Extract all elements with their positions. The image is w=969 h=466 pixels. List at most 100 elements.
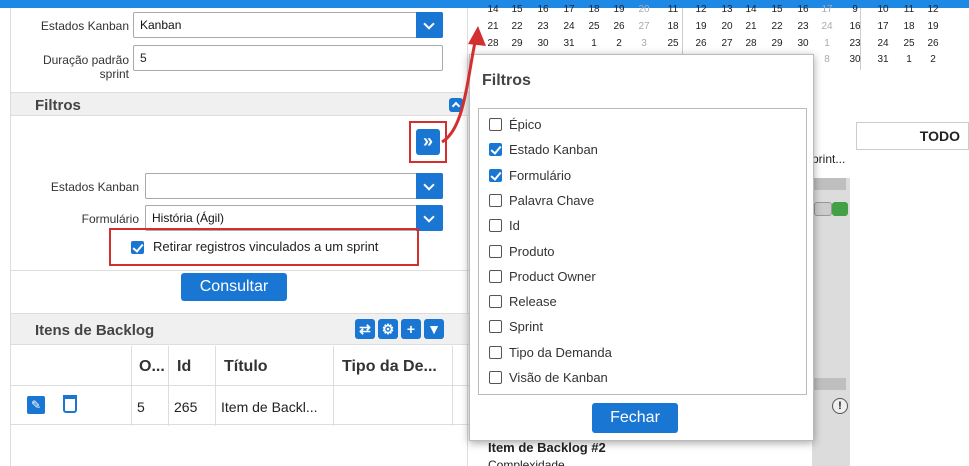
chevron-down-icon[interactable] xyxy=(416,205,443,231)
calendar-day[interactable]: 16 xyxy=(792,4,814,15)
calendar-day[interactable]: 1 xyxy=(816,38,838,49)
retirar-checkbox[interactable] xyxy=(131,241,144,254)
formulario-value: História (Ágil) xyxy=(152,211,225,225)
calendar-day[interactable]: 26 xyxy=(608,21,630,32)
calendar-day[interactable]: 31 xyxy=(872,54,894,65)
calendar-day[interactable]: 9 xyxy=(844,4,866,15)
col-titulo[interactable]: Título xyxy=(224,358,268,376)
calendar-day[interactable]: 31 xyxy=(558,38,580,49)
calendar-day[interactable]: 27 xyxy=(633,21,655,32)
table-row[interactable]: ✎ 5 265 Item de Backl... xyxy=(11,387,469,425)
col-ordem[interactable]: O... xyxy=(139,358,165,376)
calendar-day[interactable]: 20 xyxy=(716,21,738,32)
backlog-grid-header: O... Id Título Tipo da De... xyxy=(11,346,469,386)
calendar-day[interactable]: 16 xyxy=(532,4,554,15)
calendar-day[interactable]: 2 xyxy=(922,54,944,65)
calendar-day[interactable]: 11 xyxy=(662,4,684,15)
calendar-day[interactable]: 26 xyxy=(690,38,712,49)
calendar-day[interactable]: 17 xyxy=(558,4,580,15)
calendar-day[interactable]: 26 xyxy=(922,38,944,49)
calendar-day[interactable]: 18 xyxy=(662,21,684,32)
calendar-day[interactable]: 13 xyxy=(716,4,738,15)
calendar-day[interactable]: 23 xyxy=(792,21,814,32)
filter-checkbox[interactable] xyxy=(489,193,502,207)
calendar-day[interactable]: 10 xyxy=(872,4,894,15)
calendar-day[interactable]: 11 xyxy=(898,4,920,15)
calendar-day[interactable]: 23 xyxy=(532,21,554,32)
calendar-day[interactable]: 19 xyxy=(690,21,712,32)
calendar-day[interactable]: 30 xyxy=(844,54,866,65)
filter-option-label: Estado Kanban xyxy=(509,142,598,158)
calendar-day[interactable]: 19 xyxy=(608,4,630,15)
calendar-day[interactable]: 1 xyxy=(898,54,920,65)
calendar-day[interactable]: 17 xyxy=(872,21,894,32)
calendar-day[interactable]: 29 xyxy=(766,38,788,49)
filtros-estados-kanban-select[interactable] xyxy=(145,173,443,199)
left-panel: Estados Kanban Kanban Duração padrão spr… xyxy=(10,8,469,466)
calendar-day[interactable]: 30 xyxy=(532,38,554,49)
calendar-day[interactable]: 24 xyxy=(816,21,838,32)
calendar-day[interactable]: 30 xyxy=(792,38,814,49)
calendar-day[interactable]: 18 xyxy=(583,4,605,15)
filter-checkbox[interactable] xyxy=(489,269,502,283)
filter-checkbox[interactable] xyxy=(489,371,502,384)
filter-checkbox[interactable] xyxy=(489,345,502,359)
card-green-icon[interactable] xyxy=(832,202,848,216)
calendar-day[interactable]: 3 xyxy=(633,38,655,49)
calendar-day[interactable]: 21 xyxy=(740,21,762,32)
duracao-input[interactable]: 5 xyxy=(133,45,443,71)
chevron-down-icon[interactable] xyxy=(416,173,443,199)
retirar-checkbox-row[interactable]: Retirar registros vinculados a um sprint xyxy=(109,228,419,266)
kanban-board: TODO print... ! xyxy=(812,120,969,466)
calendar-day[interactable]: 24 xyxy=(558,21,580,32)
estados-kanban-select[interactable]: Kanban xyxy=(133,12,443,38)
filter-checkbox[interactable] xyxy=(489,219,502,233)
consultar-button[interactable]: Consultar xyxy=(181,273,287,301)
calendar-day[interactable]: 15 xyxy=(766,4,788,15)
col-tipo[interactable]: Tipo da De... xyxy=(342,358,437,376)
calendar-day[interactable]: 22 xyxy=(506,21,528,32)
pin-icon[interactable]: ▼ xyxy=(424,319,444,339)
lane-header xyxy=(814,378,846,390)
filter-option-label: Épico xyxy=(509,117,542,132)
calendar-day[interactable]: 14 xyxy=(740,4,762,15)
refresh-icon[interactable]: ⇄ xyxy=(355,319,375,339)
plus-icon[interactable]: + xyxy=(401,319,421,339)
card-tags-icon[interactable] xyxy=(814,202,832,216)
calendar-day[interactable]: 23 xyxy=(844,38,866,49)
calendar-day[interactable]: 15 xyxy=(506,4,528,15)
fechar-button[interactable]: Fechar xyxy=(592,403,678,433)
calendar-day[interactable]: 29 xyxy=(506,38,528,49)
calendar-day[interactable]: 17 xyxy=(816,4,838,15)
calendar-day[interactable]: 19 xyxy=(922,21,944,32)
calendar-day[interactable]: 12 xyxy=(690,4,712,15)
calendar-day[interactable]: 1 xyxy=(583,38,605,49)
alert-icon[interactable]: ! xyxy=(832,398,848,414)
calendar-day[interactable]: 25 xyxy=(662,38,684,49)
filter-checkbox[interactable] xyxy=(489,320,502,334)
filter-checkbox[interactable] xyxy=(489,295,502,309)
calendar-day[interactable]: 22 xyxy=(766,21,788,32)
calendar-day[interactable]: 8 xyxy=(816,54,838,65)
calendar-day[interactable]: 25 xyxy=(583,21,605,32)
calendar-day[interactable]: 20 xyxy=(633,4,655,15)
calendar-day[interactable]: 12 xyxy=(922,4,944,15)
calendar-day[interactable]: 25 xyxy=(898,38,920,49)
col-id[interactable]: Id xyxy=(177,358,191,376)
gear-icon[interactable]: ⚙ xyxy=(378,319,398,339)
cell-ordem: 5 xyxy=(137,399,145,415)
edit-icon[interactable]: ✎ xyxy=(27,396,45,414)
filter-option-label: Tipo da Demanda xyxy=(509,344,612,360)
trash-icon[interactable] xyxy=(63,395,77,413)
calendar-day[interactable]: 24 xyxy=(872,38,894,49)
formulario-label: Formulário xyxy=(81,212,139,226)
calendar-day[interactable]: 27 xyxy=(716,38,738,49)
calendar-day[interactable]: 16 xyxy=(844,21,866,32)
calendar-day[interactable]: 18 xyxy=(898,21,920,32)
calendar-day[interactable]: 28 xyxy=(740,38,762,49)
duracao-label: Duração padrão sprint xyxy=(29,53,129,81)
todo-column-header[interactable]: TODO xyxy=(856,122,969,150)
filter-checkbox[interactable] xyxy=(489,244,502,258)
filter-checkbox[interactable] xyxy=(489,168,502,182)
calendar-day[interactable]: 2 xyxy=(608,38,630,49)
